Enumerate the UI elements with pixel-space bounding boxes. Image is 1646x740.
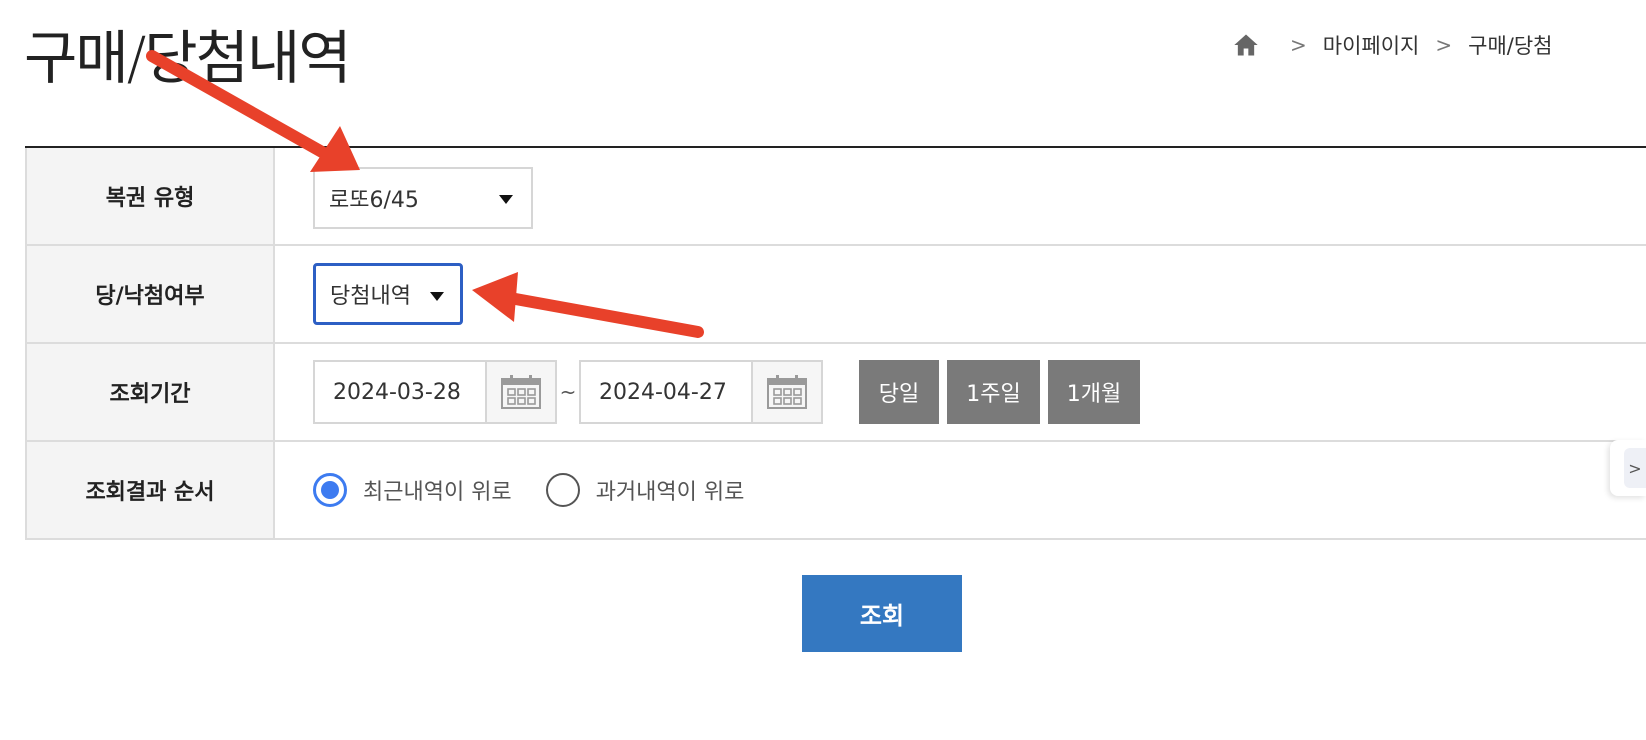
calendar-icon xyxy=(767,375,807,409)
caret-down-icon xyxy=(499,195,513,204)
lottery-type-row: 복권 유형 로또6/45 xyxy=(25,148,1646,246)
breadcrumb-item-mypage[interactable]: 마이페이지 xyxy=(1323,30,1420,60)
quick-week-button[interactable]: 1주일 xyxy=(947,360,1040,424)
quick-month-button[interactable]: 1개월 xyxy=(1048,360,1140,424)
breadcrumb-item-purchase[interactable]: 구매/당첨 xyxy=(1468,30,1552,60)
period-row: 조회기간 2024-03-28 ~ 2024-04-27 당일 1주일 1개월 xyxy=(25,344,1646,442)
order-recent-radio[interactable] xyxy=(313,473,347,507)
end-date-value[interactable]: 2024-04-27 xyxy=(581,362,751,422)
lottery-type-value: 로또6/45 xyxy=(329,188,419,213)
start-date-calendar-button[interactable] xyxy=(485,362,555,422)
win-status-label: 당/낙첨여부 xyxy=(25,246,275,342)
start-date-value[interactable]: 2024-03-28 xyxy=(315,362,485,422)
start-date-field[interactable]: 2024-03-28 xyxy=(313,360,557,424)
period-label: 조회기간 xyxy=(25,344,275,440)
win-status-select[interactable]: 당첨내역 xyxy=(313,263,463,325)
caret-down-icon xyxy=(430,292,444,301)
breadcrumb-separator: > xyxy=(1290,33,1307,57)
page: 구매/당첨내역 > 마이페이지 > 구매/당첨 복권 유형 로또6/45 당/낙… xyxy=(0,0,1646,740)
win-status-value: 당첨내역 xyxy=(330,284,411,309)
home-icon[interactable] xyxy=(1232,31,1260,59)
search-button[interactable]: 조회 xyxy=(802,575,962,652)
order-recent-label[interactable]: 최근내역이 위로 xyxy=(363,474,512,506)
quick-today-button[interactable]: 당일 xyxy=(859,360,939,424)
filter-table: 복권 유형 로또6/45 당/낙첨여부 당첨내역 조회기간 2024-03-28… xyxy=(25,146,1646,540)
order-past-radio[interactable] xyxy=(545,473,580,507)
end-date-calendar-button[interactable] xyxy=(751,362,821,422)
order-radio-group: 최근내역이 위로 과거내역이 위로 xyxy=(313,473,778,507)
lottery-type-select[interactable]: 로또6/45 xyxy=(313,167,533,229)
side-panel-tab[interactable]: > xyxy=(1610,440,1646,496)
breadcrumb: > 마이페이지 > 구매/당첨 xyxy=(1232,30,1553,60)
date-range-separator: ~ xyxy=(559,380,577,404)
order-past-label[interactable]: 과거내역이 위로 xyxy=(596,474,745,506)
breadcrumb-separator: > xyxy=(1435,33,1453,57)
win-status-row: 당/낙첨여부 당첨내역 xyxy=(25,246,1646,344)
page-title: 구매/당첨내역 xyxy=(24,24,352,92)
chevron-right-icon: > xyxy=(1624,448,1646,488)
order-row: 조회결과 순서 최근내역이 위로 과거내역이 위로 xyxy=(25,442,1646,540)
end-date-field[interactable]: 2024-04-27 xyxy=(579,360,823,424)
order-label: 조회결과 순서 xyxy=(25,442,275,538)
calendar-icon xyxy=(501,375,541,409)
lottery-type-label: 복권 유형 xyxy=(25,148,275,244)
